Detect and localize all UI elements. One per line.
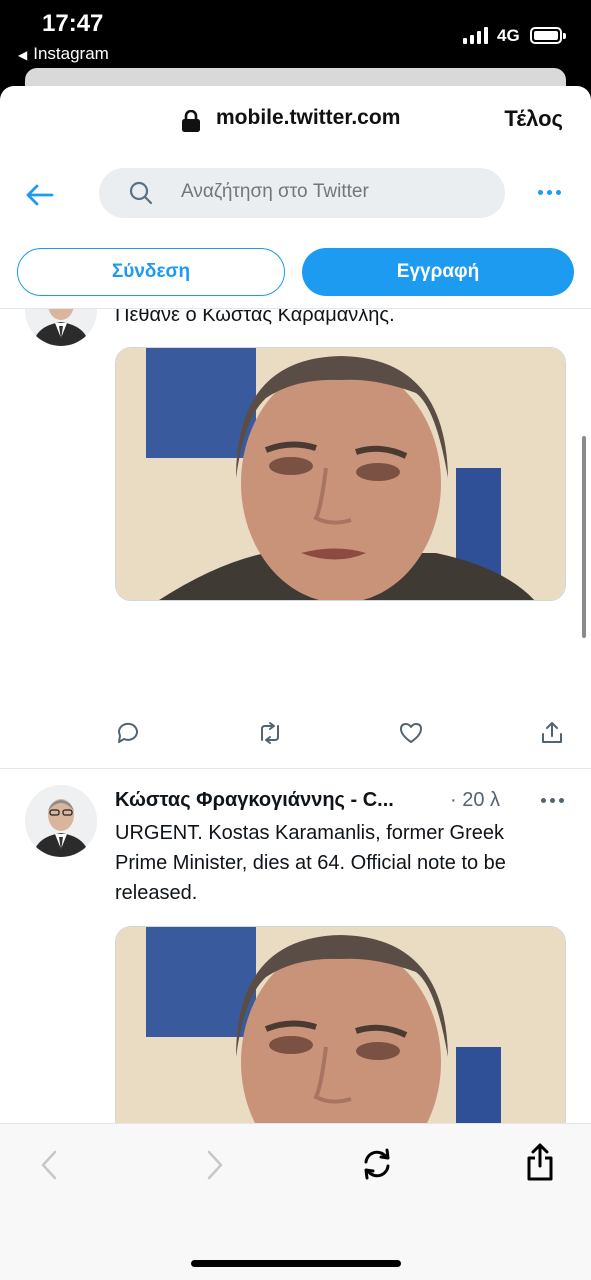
avatar[interactable] xyxy=(25,309,97,346)
status-time: 17:47 xyxy=(42,10,104,37)
browser-back-icon[interactable] xyxy=(38,1148,60,1182)
share-icon xyxy=(542,722,562,743)
home-indicator[interactable] xyxy=(191,1260,401,1267)
reply-icon xyxy=(117,722,138,743)
battery-icon xyxy=(530,27,566,44)
back-to-app-link[interactable]: ◀ Instagram xyxy=(18,44,109,64)
like-button[interactable] xyxy=(398,720,436,746)
share-button[interactable] xyxy=(539,720,565,746)
tweet-feed: Πέθανε ο Κώστας Καραμανλής. Κώστας Φραγκ… xyxy=(0,309,591,1209)
status-bar: 17:47 ◀ Instagram 4G xyxy=(0,0,591,70)
tweet-text: Πέθανε ο Κώστας Καραμανλής. xyxy=(115,309,395,326)
search-box[interactable] xyxy=(99,168,505,218)
network-type: 4G xyxy=(497,26,520,45)
tweet-actions xyxy=(115,720,570,750)
avatar[interactable] xyxy=(25,785,97,857)
url-bar: mobile.twitter.com Τέλος xyxy=(0,86,591,156)
retweet-button[interactable] xyxy=(257,720,295,746)
tweet-time[interactable]: · 20 λ xyxy=(450,789,500,812)
browser-forward-icon[interactable] xyxy=(204,1148,226,1182)
back-arrow-icon[interactable] xyxy=(22,178,56,212)
tweet-divider xyxy=(0,768,591,769)
browser-sheet: mobile.twitter.com Τέλος Σύνδεση Εγγραφή xyxy=(0,86,591,1280)
reload-icon[interactable] xyxy=(359,1146,395,1182)
lock-icon xyxy=(182,110,200,132)
login-button[interactable]: Σύνδεση xyxy=(17,248,285,296)
tweet-more-icon[interactable] xyxy=(541,798,564,803)
search-icon xyxy=(129,181,153,205)
tweet-author[interactable]: Κώστας Φραγκογιάννης - C... xyxy=(115,789,394,812)
browser-share-icon[interactable] xyxy=(524,1142,556,1182)
url-text[interactable]: mobile.twitter.com xyxy=(216,106,400,130)
back-triangle-icon: ◀ xyxy=(18,48,28,62)
done-button[interactable]: Τέλος xyxy=(504,106,563,132)
scrollbar[interactable] xyxy=(582,436,586,638)
like-icon xyxy=(400,723,422,743)
retweet-icon xyxy=(261,722,279,744)
search-input[interactable] xyxy=(181,181,481,203)
signal-icon xyxy=(463,26,488,44)
browser-toolbar xyxy=(0,1123,591,1280)
tweet-text: URGENT. Kostas Karamanlis, former Greek … xyxy=(115,822,506,904)
signup-button[interactable]: Εγγραφή xyxy=(302,248,574,296)
tweet-image[interactable] xyxy=(115,347,566,601)
more-icon[interactable] xyxy=(538,190,561,195)
reply-button[interactable] xyxy=(115,720,153,746)
back-app-label: Instagram xyxy=(33,44,109,63)
